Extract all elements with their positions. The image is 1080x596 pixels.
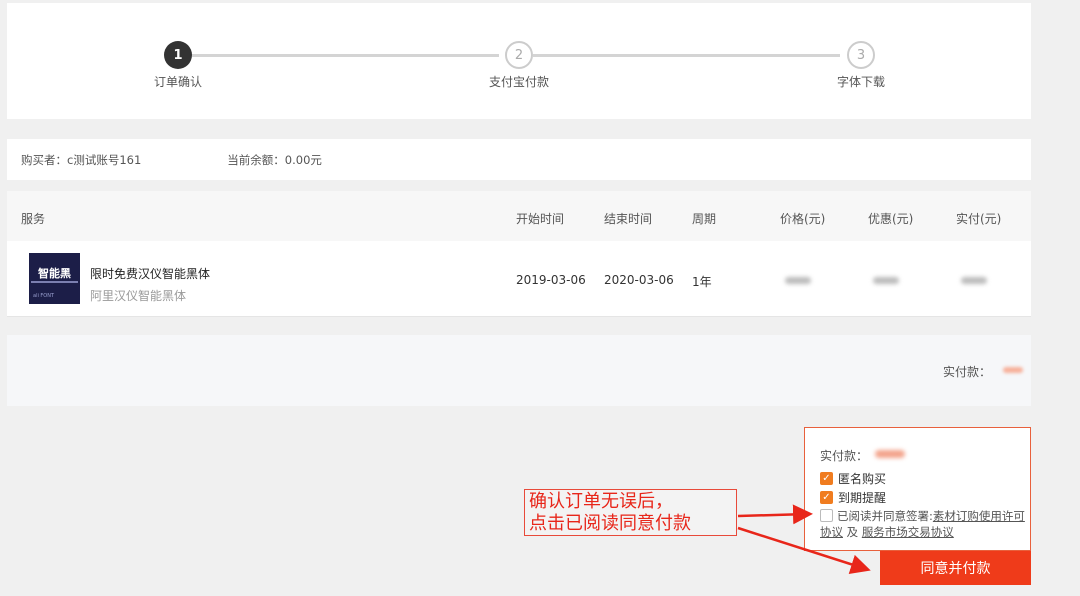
marketplace-agreement-link[interactable]: 服务市场交易协议: [862, 525, 954, 539]
table-header: 服务 开始时间 结束时间 周期 价格(元) 优惠(元) 实付(元): [7, 191, 1031, 241]
step-2-indicator: 2: [505, 41, 533, 69]
account-balance: 当前余额：0.00元: [227, 152, 322, 167]
discount-value-blurred: [873, 277, 899, 284]
column-header-discount: 优惠(元): [868, 212, 914, 226]
anonymous-checkbox[interactable]: ✓: [820, 472, 833, 485]
start-date: 2019-03-06: [516, 273, 586, 287]
step-3-indicator: 3: [847, 41, 875, 69]
column-header-service: 服务: [21, 212, 46, 226]
step-3-label: 字体下载: [836, 75, 885, 89]
reminder-checkbox[interactable]: ✓: [820, 491, 833, 504]
thumbnail-brand: ali FONT: [33, 293, 55, 299]
column-header-price: 价格(元): [780, 212, 826, 226]
step-connector: [533, 54, 840, 57]
product-thumbnail[interactable]: 智能黑 ali FONT: [29, 253, 80, 304]
order-summary: 实付款：: [7, 335, 1031, 406]
order-table: 服务 开始时间 结束时间 周期 价格(元) 优惠(元) 实付(元) 智能黑 al…: [7, 191, 1031, 317]
annotation-line-2: 点击已阅读同意付款: [529, 513, 691, 534]
buyer-account: 购买者：c测试账号161: [21, 152, 142, 167]
step-connector: [192, 54, 499, 57]
period-value: 1年: [692, 275, 712, 289]
end-date: 2020-03-06: [604, 273, 674, 287]
agreement-and: 及: [846, 525, 859, 539]
paid-value-blurred: [961, 277, 987, 284]
column-header-paid: 实付(元): [956, 212, 1002, 226]
step-1-label: 订单确认: [153, 75, 202, 89]
summary-paid-label: 实付款：: [942, 365, 991, 379]
column-header-end: 结束时间: [604, 212, 653, 226]
thumbnail-stripe: [31, 281, 78, 283]
payment-total-label: 实付款：: [820, 449, 869, 463]
anonymous-purchase-option[interactable]: ✓ 匿名购买: [820, 470, 886, 487]
arrow-to-agreement: [737, 504, 813, 525]
progress-steps: 1 订单确认 2 支付宝付款 3 字体下载: [7, 3, 1031, 119]
step-1-indicator: 1: [164, 41, 192, 69]
annotation-line-1: 确认订单无误后，: [529, 491, 673, 512]
product-subtitle: 阿里汉仪智能黑体: [90, 289, 187, 303]
agreement-prefix: 已阅读并同意签署:: [837, 509, 933, 523]
summary-paid-value-blurred: [1003, 367, 1023, 373]
agree-and-pay-button[interactable]: 同意并付款: [880, 551, 1031, 585]
thumbnail-title: 智能黑: [38, 267, 71, 280]
column-header-period: 周期: [692, 212, 717, 226]
reminder-label: 到期提醒: [838, 491, 887, 505]
agreement-option: 已阅读并同意签署:素材订购使用许可协议 及 服务市场交易协议: [820, 508, 1025, 540]
column-header-start: 开始时间: [516, 212, 565, 226]
payment-total-value-blurred: [875, 450, 905, 458]
payment-panel: 实付款： ✓ 匿名购买 ✓ 到期提醒 已阅读并同意签署:素材订购使用许可协议 及…: [804, 427, 1031, 551]
buyer-info-bar: 购买者：c测试账号161 当前余额：0.00元: [7, 139, 1031, 180]
annotation-callout: 确认订单无误后， 点击已阅读同意付款: [524, 489, 737, 536]
agreement-checkbox[interactable]: [820, 509, 833, 522]
price-value-blurred: [785, 277, 811, 284]
anonymous-label: 匿名购买: [838, 472, 887, 486]
expiry-reminder-option[interactable]: ✓ 到期提醒: [820, 489, 886, 506]
step-2-label: 支付宝付款: [488, 75, 549, 89]
product-name[interactable]: 限时免费汉仪智能黑体: [90, 265, 210, 282]
